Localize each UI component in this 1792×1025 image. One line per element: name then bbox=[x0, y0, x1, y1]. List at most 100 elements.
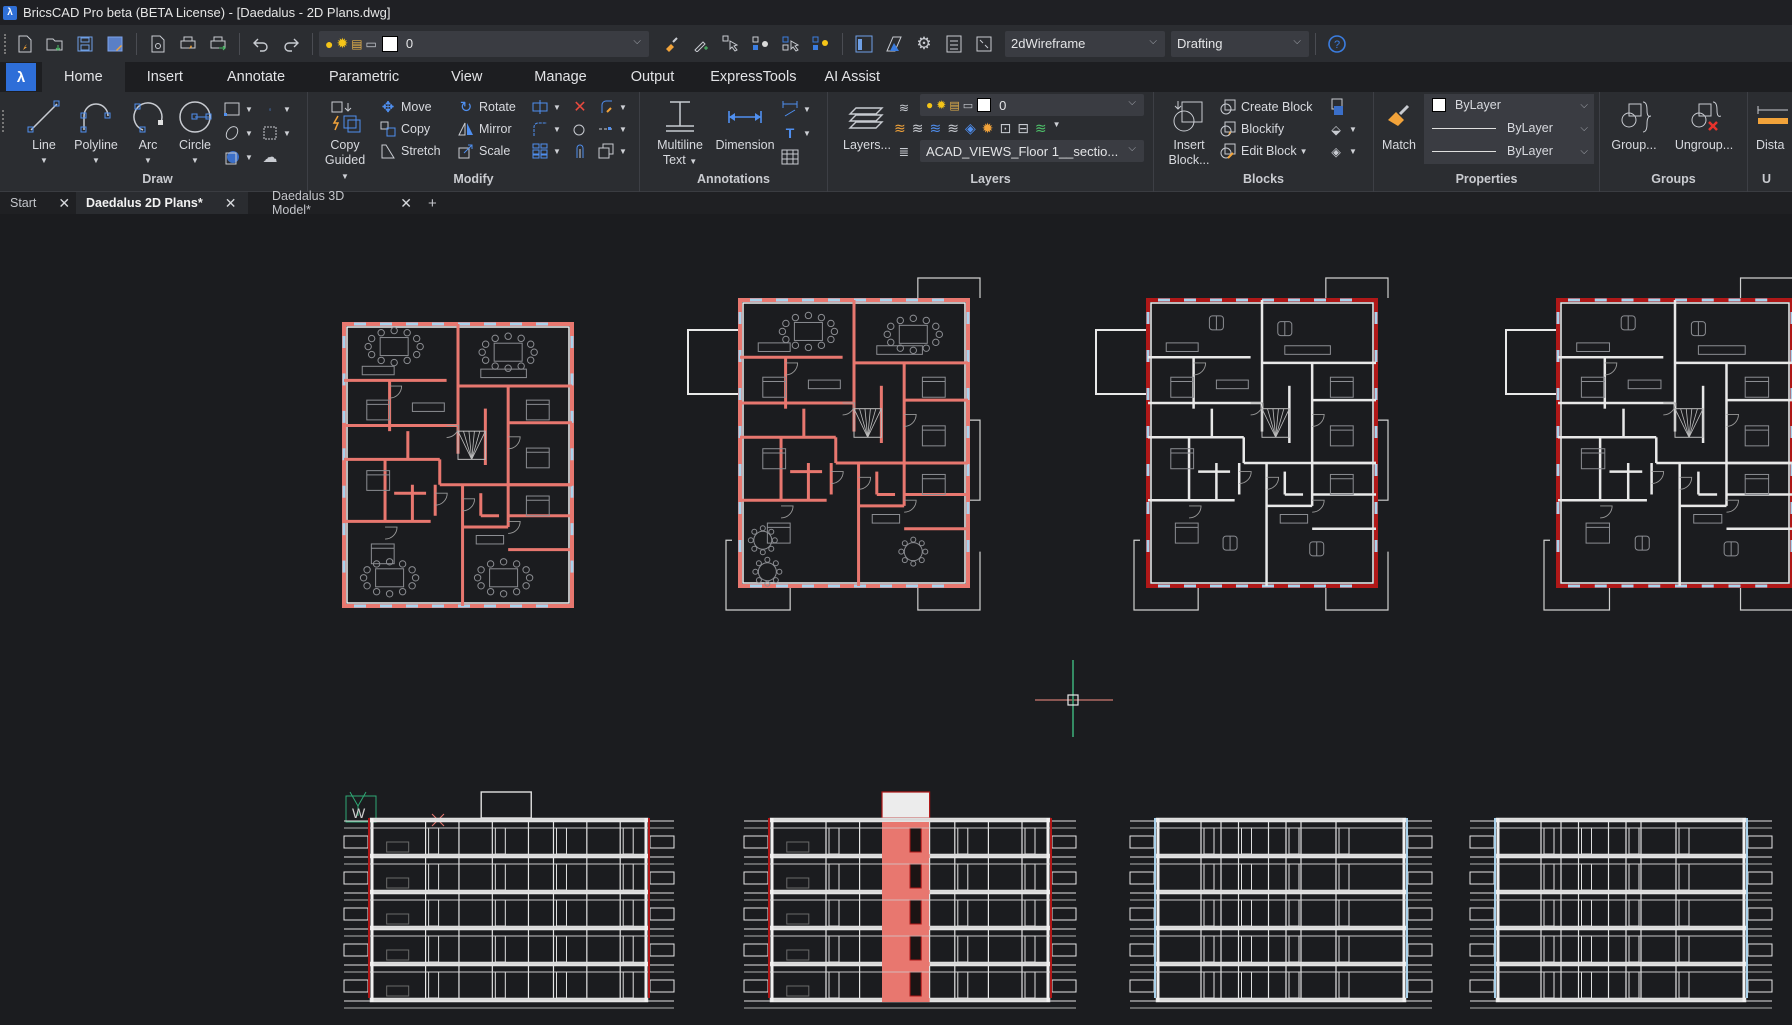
linetype-dropdown[interactable]: ByLayer ⌵ bbox=[1428, 117, 1592, 139]
pick-color-icon[interactable] bbox=[689, 32, 713, 56]
edit-block-button[interactable]: Edit Block ▼ bbox=[1218, 140, 1308, 162]
group-button[interactable]: Group... bbox=[1602, 96, 1666, 153]
mirror-button[interactable]: Mirror bbox=[456, 118, 512, 140]
tab-insert[interactable]: Insert bbox=[125, 62, 205, 92]
print-preview-icon[interactable] bbox=[146, 32, 170, 56]
tab-view[interactable]: View bbox=[421, 62, 512, 92]
redo-icon[interactable] bbox=[279, 32, 303, 56]
hide-icon[interactable] bbox=[809, 32, 833, 56]
settings-icon[interactable]: ⚙ bbox=[912, 32, 936, 56]
layer-thaw-icon[interactable]: ✹ bbox=[982, 120, 994, 137]
offset-button[interactable] bbox=[570, 140, 590, 162]
tab-ai-assist[interactable]: AI Assist bbox=[810, 62, 894, 92]
doc-tab-start[interactable]: Start ✕ bbox=[0, 192, 72, 214]
revcloud-button[interactable]: ☁ bbox=[260, 146, 280, 168]
section-3[interactable] bbox=[1129, 817, 1433, 1009]
close-icon[interactable]: ✕ bbox=[225, 195, 237, 212]
layer-on-icon[interactable]: ≋ bbox=[894, 120, 906, 137]
layout-icon[interactable] bbox=[882, 32, 906, 56]
ribbon-grip[interactable] bbox=[2, 110, 5, 132]
fillet-button[interactable]: ▼ bbox=[530, 118, 561, 140]
view-layer-selector[interactable]: ACAD_VIEWS_Floor 1__sectio... ⌵ bbox=[920, 140, 1144, 162]
dimension-button[interactable]: Dimension bbox=[712, 96, 778, 153]
copy-guided-button[interactable]: Copy Guided ▼ bbox=[320, 96, 370, 184]
region-button[interactable]: ▼ bbox=[222, 146, 253, 168]
new-tab-button[interactable]: + bbox=[422, 192, 443, 214]
drawing-canvas[interactable]: W bbox=[0, 214, 1792, 1025]
circle-button[interactable]: Circle ▼ bbox=[174, 96, 216, 168]
tab-expresstools[interactable]: ExpressTools bbox=[696, 62, 810, 92]
save-as-icon[interactable] bbox=[103, 32, 127, 56]
workspace-dropdown[interactable]: Drafting ⌵ bbox=[1171, 30, 1309, 57]
copy-clip-button[interactable]: ▼ bbox=[596, 140, 627, 162]
open-icon[interactable] bbox=[43, 32, 67, 56]
layer-unisolate-icon[interactable]: ≋ bbox=[947, 120, 959, 137]
lineweight-dropdown[interactable]: ByLayer ⌵ bbox=[1428, 140, 1592, 162]
help-icon[interactable]: ? bbox=[1325, 32, 1349, 56]
layer-unlock-icon[interactable]: ⊟ bbox=[1017, 120, 1029, 137]
layer-dropdown[interactable]: ● ✹ ▤ ▭ 0 ⌵ bbox=[319, 30, 649, 57]
ungroup-button[interactable]: Ungroup... bbox=[1668, 96, 1740, 153]
copy-button[interactable]: Copy bbox=[378, 118, 430, 140]
rectangle-button[interactable]: ▼ bbox=[222, 98, 253, 120]
stretch-button[interactable]: Stretch bbox=[378, 140, 441, 162]
new-icon[interactable] bbox=[13, 32, 37, 56]
save-icon[interactable] bbox=[73, 32, 97, 56]
match-properties-icon[interactable] bbox=[659, 32, 683, 56]
text-style-button[interactable]: T ▼ bbox=[780, 122, 811, 144]
arc-button[interactable]: Arc ▼ bbox=[130, 96, 166, 168]
save-block-button[interactable] bbox=[1326, 96, 1346, 118]
tab-annotate[interactable]: Annotate bbox=[205, 62, 307, 92]
table-button[interactable] bbox=[780, 146, 800, 168]
floor-plan-4[interactable] bbox=[1505, 277, 1792, 611]
distance-button[interactable]: Dista bbox=[1756, 96, 1792, 153]
extend-button[interactable]: ▼ bbox=[596, 118, 627, 140]
tab-home[interactable]: Home bbox=[42, 62, 125, 92]
erase-button[interactable]: ✕ bbox=[570, 96, 590, 118]
ellipse-button[interactable]: ▼ bbox=[222, 122, 253, 144]
floor-plan-3[interactable] bbox=[1095, 277, 1389, 611]
zoom-extents-icon[interactable] bbox=[972, 32, 996, 56]
application-menu-button[interactable]: λ bbox=[6, 63, 36, 91]
select-similar-icon[interactable] bbox=[779, 32, 803, 56]
layer-states-button[interactable]: ≋ bbox=[894, 96, 914, 118]
tab-parametric[interactable]: Parametric bbox=[307, 62, 421, 92]
trim-button[interactable] bbox=[570, 118, 590, 140]
point-button[interactable]: ◦ ▼ bbox=[260, 98, 291, 120]
line-button[interactable]: Line ▼ bbox=[24, 96, 64, 168]
layer-off-icon[interactable]: ≋ bbox=[912, 120, 924, 137]
insert-block-button[interactable]: Insert Block... bbox=[1168, 96, 1210, 168]
plot-icon[interactable] bbox=[176, 32, 200, 56]
doc-tab-daedalus-2d-plans[interactable]: Daedalus 2D Plans* ✕ bbox=[76, 192, 248, 214]
doc-tab-daedalus-3d-model[interactable]: Daedalus 3D Model* ✕ bbox=[252, 189, 422, 217]
floor-plan-1[interactable] bbox=[342, 322, 574, 608]
section-4[interactable] bbox=[1469, 817, 1773, 1009]
hatch-button[interactable]: ▼ bbox=[260, 122, 291, 144]
undo-icon[interactable] bbox=[249, 32, 273, 56]
tag-button[interactable]: ◈ ▼ bbox=[1326, 140, 1357, 162]
explode-button[interactable]: ▼ bbox=[530, 96, 561, 118]
properties-icon[interactable] bbox=[942, 32, 966, 56]
blockify-button[interactable]: Blockify bbox=[1218, 118, 1284, 140]
section-2[interactable] bbox=[743, 791, 1077, 1009]
layer-lock-icon[interactable]: ⊡ bbox=[999, 120, 1011, 137]
toolbar-grip[interactable] bbox=[4, 33, 10, 54]
scale-button[interactable]: Scale bbox=[456, 140, 510, 162]
create-block-button[interactable]: Create Block bbox=[1218, 96, 1313, 118]
visual-style-dropdown[interactable]: 2dWireframe ⌵ bbox=[1005, 30, 1165, 57]
rotate-button[interactable]: ↻ Rotate bbox=[456, 96, 516, 118]
layer-walk-button[interactable]: ≣ bbox=[894, 140, 914, 162]
crosshair-cursor[interactable] bbox=[1035, 660, 1113, 737]
edit-polyline-button[interactable]: ▼ bbox=[596, 96, 627, 118]
publish-icon[interactable] bbox=[206, 32, 230, 56]
polyline-button[interactable]: Polyline ▼ bbox=[68, 96, 124, 168]
close-icon[interactable]: ✕ bbox=[58, 195, 70, 212]
color-dropdown[interactable]: ByLayer ⌵ bbox=[1428, 94, 1592, 116]
isolate-icon[interactable] bbox=[749, 32, 773, 56]
floor-plan-2[interactable] bbox=[687, 277, 981, 611]
layers-button[interactable]: Layers... bbox=[842, 96, 892, 153]
layer-selector[interactable]: ● ✹ ▤ ▭ 0 ⌵ bbox=[920, 94, 1144, 116]
match-button[interactable]: Match bbox=[1378, 96, 1420, 153]
layer-make-current-icon[interactable]: ≋ bbox=[1035, 120, 1047, 137]
linear-dimension-button[interactable]: ▼ bbox=[780, 98, 811, 120]
